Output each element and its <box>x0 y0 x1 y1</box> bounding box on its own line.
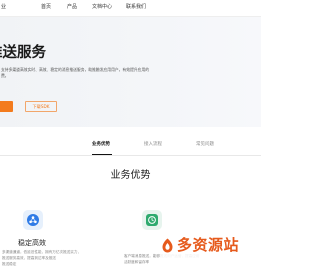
watermark-logo-icon <box>162 238 173 252</box>
active-tab-indicator <box>92 154 112 155</box>
nav-item-contact[interactable]: 联系我们 <box>126 4 146 11</box>
feature-desc-2-line-2: 活跃度和留存率 <box>124 260 150 264</box>
brand-fragment[interactable]: 业 <box>1 4 6 11</box>
tab-advantages[interactable]: 业务优势 <box>92 142 110 148</box>
section-tabs: 业务优势 接入流程 常见问题 <box>0 139 261 156</box>
feature-icon-box-2 <box>142 210 162 230</box>
feature-desc-1-line-1: 多渠道通道，低延迟性能，拥有万亿次推送实力， <box>2 250 82 254</box>
primary-cta-button[interactable] <box>0 101 13 112</box>
site-watermark: 多资源站 <box>160 230 261 260</box>
download-sdk-button[interactable]: 下载SDK <box>25 101 57 112</box>
feature-title-1: 稳定高效 <box>18 239 46 247</box>
hero-description-line-2: 费。 <box>1 73 9 78</box>
nav-item-products[interactable]: 产品 <box>67 4 77 11</box>
feature-icon-box-1 <box>23 210 43 230</box>
nav-item-home[interactable]: 首页 <box>41 4 51 11</box>
watermark-text: 多资源站 <box>177 236 240 254</box>
feature-desc-1-line-2: 推送服务高效，提高到达率及推送 <box>2 256 56 260</box>
feature-desc-1-line-3: 推送稳定 <box>2 262 17 266</box>
section-title: 业务优势 <box>110 170 151 181</box>
tab-faq[interactable]: 常见问题 <box>196 142 214 148</box>
hero-description-line-1: 支持多渠道高效实时、高效、稳定的消息推送服务，助推触发应用用户，有效提升应用的 <box>1 67 150 72</box>
cloud-network-icon <box>27 214 39 226</box>
hero-banner: 推送服务 支持多渠道高效实时、高效、稳定的消息推送服务，助推触发应用用户，有效提… <box>0 17 261 127</box>
hero-title: 推送服务 <box>0 45 46 61</box>
top-navigation: 业 首页 产品 文档中心 联系我们 <box>0 0 261 17</box>
tab-onboarding[interactable]: 接入流程 <box>144 142 162 148</box>
bell-clock-icon <box>146 214 158 226</box>
nav-item-docs[interactable]: 文档中心 <box>92 4 112 11</box>
